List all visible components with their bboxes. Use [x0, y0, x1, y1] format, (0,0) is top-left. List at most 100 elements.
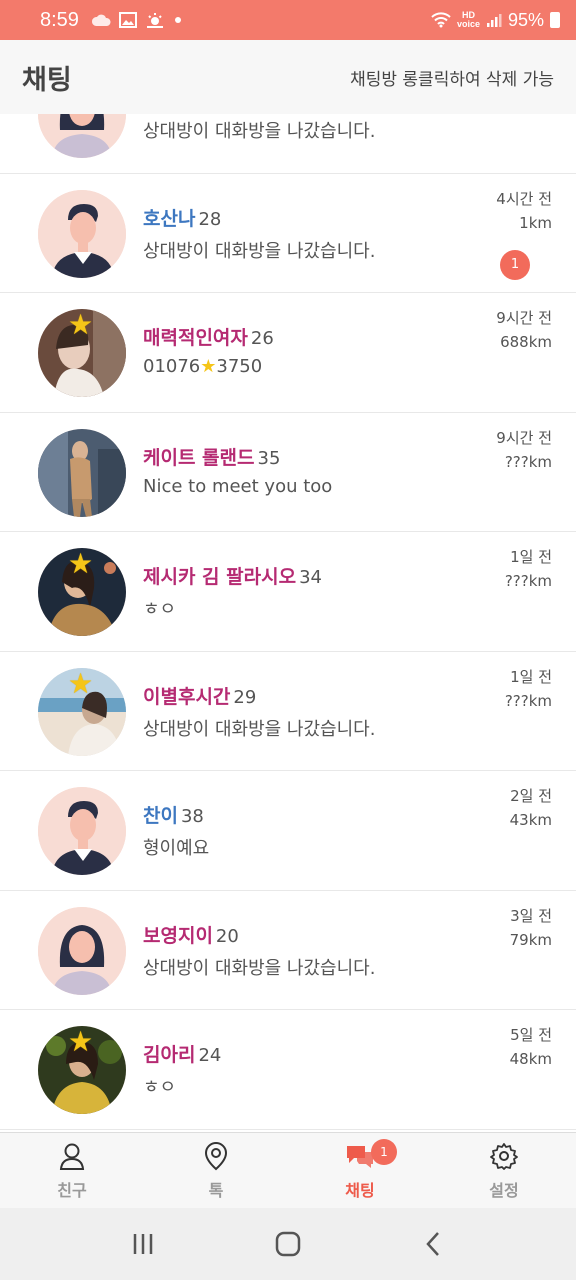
chat-last-message: ㅎㅇ [143, 1077, 177, 1098]
star-icon: ★ [68, 548, 94, 580]
chat-age: 29 [233, 686, 257, 708]
photo-avatar [38, 428, 126, 517]
female-silhouette-icon [38, 906, 126, 995]
chat-row[interactable]: ★ 이별후시간 29 상대방이 대화방을 나갔습니다. 1일 전 ???km [0, 652, 576, 771]
chat-row[interactable]: 보영지이 20 상대방이 대화방을 나갔습니다. 3일 전 79km [0, 891, 576, 1010]
chat-name-line: 매력적인여자 26 [143, 323, 274, 350]
tab-label: 설정 [489, 1180, 519, 1200]
avatar [38, 906, 126, 995]
chat-row[interactable]: 케이트 롤랜드 35 Nice to meet you too 9시간 전 ??… [0, 413, 576, 532]
chat-name: 김아리 [143, 1044, 196, 1066]
home-button[interactable] [258, 1219, 318, 1269]
home-icon [275, 1231, 301, 1257]
wifi-icon [431, 12, 451, 28]
delete-hint: 채팅방 롱클릭하여 삭제 가능 [350, 69, 554, 90]
chat-distance: 79km [509, 930, 552, 949]
recent-apps-icon [133, 1234, 152, 1254]
chat-last-message: 상대방이 대화방을 나갔습니다. [143, 957, 376, 979]
chat-row[interactable]: ★ 제시카 김 팔라시오 34 ㅎㅇ 1일 전 ???km [0, 532, 576, 652]
chat-name-line: 케이트 롤랜드 35 [143, 443, 280, 470]
female-silhouette-icon [38, 114, 126, 158]
chat-distance: ???km [504, 691, 552, 710]
notification-icons [91, 12, 183, 28]
chat-name: 찬이 [143, 805, 178, 827]
hd-voice-icon: HD voice [456, 10, 480, 29]
tab-talk[interactable]: 톡 [144, 1133, 288, 1208]
system-navigation-bar [0, 1208, 576, 1280]
chat-time: 9시간 전 [496, 309, 552, 327]
star-icon: ★ [68, 309, 94, 341]
chat-time: 5일 전 [510, 1026, 552, 1044]
chat-age: 28 [198, 208, 222, 230]
chat-last-message: ㅎㅇ [143, 599, 177, 620]
chat-age: 26 [250, 328, 274, 349]
chat-last-message: 01076★3750 [143, 356, 262, 377]
chat-age: 35 [257, 447, 281, 469]
avatar: ★ [38, 1026, 126, 1114]
recent-apps-button[interactable] [113, 1219, 173, 1269]
chat-last-message: Nice to meet you too [143, 475, 333, 497]
chat-name-line: 찬이 38 [143, 801, 204, 828]
chat-row[interactable]: 찬이 38 형이예요 2일 전 43km [0, 771, 576, 891]
avatar: ★ [38, 309, 126, 397]
avatar [38, 189, 126, 278]
chat-name-line: 호산나 28 [143, 204, 221, 231]
tab-chat[interactable]: 채팅 1 [288, 1133, 432, 1208]
chat-time: 1일 전 [510, 667, 552, 686]
chat-row[interactable]: ★ 김아리 24 ㅎㅇ 5일 전 48km [0, 1010, 576, 1130]
star-icon: ★ [68, 667, 94, 700]
chat-last-message: 상대방이 대화방을 나갔습니다. [143, 718, 376, 740]
gear-icon [490, 1141, 518, 1171]
cloud-icon [91, 14, 111, 26]
avatar: ★ [38, 667, 126, 756]
chat-time: 9시간 전 [496, 428, 552, 447]
chat-name-line: 김아리 24 [143, 1040, 221, 1067]
chat-name: 제시카 김 팔라시오 [143, 566, 297, 588]
chat-distance: ???km [504, 572, 552, 590]
signal-icon [486, 14, 502, 27]
chat-list[interactable]: 상대방이 대화방을 나갔습니다. 호산나 28 상대방이 대화방을 나갔습니다.… [0, 114, 576, 1132]
page-title: 채팅 [22, 64, 72, 96]
back-button[interactable] [403, 1219, 463, 1269]
male-silhouette-icon [38, 787, 126, 875]
chat-name: 매력적인여자 [143, 327, 248, 349]
avatar [38, 114, 126, 158]
chat-last-message: 형이예요 [143, 838, 210, 859]
tab-friends[interactable]: 친구 [0, 1133, 144, 1208]
tab-label: 친구 [57, 1180, 87, 1200]
tab-settings[interactable]: 설정 [432, 1133, 576, 1208]
chat-age: 20 [215, 925, 239, 947]
system-status: HD voice 95% [431, 10, 560, 31]
avatar [38, 428, 126, 517]
chat-row[interactable]: 호산나 28 상대방이 대화방을 나갔습니다. 4시간 전 1km 1 [0, 174, 576, 293]
chat-distance: 688km [500, 333, 552, 351]
avatar [38, 787, 126, 875]
chat-time: 2일 전 [510, 787, 552, 805]
chat-time: 4시간 전 [496, 189, 552, 208]
chat-distance: 48km [509, 1050, 552, 1068]
bottom-navigation: 친구 톡 채팅 1 설정 [0, 1132, 576, 1208]
status-bar: 8:59 HD voice 95% [0, 0, 576, 40]
chat-name: 보영지이 [143, 924, 213, 947]
chat-age: 38 [180, 806, 204, 827]
chat-age: 24 [198, 1045, 222, 1066]
male-silhouette-icon [38, 189, 126, 278]
chat-time: 1일 전 [510, 548, 552, 566]
chat-name: 이별후시간 [143, 685, 231, 708]
chat-distance: 1km [519, 213, 552, 232]
tab-label: 채팅 [345, 1180, 375, 1200]
tab-label: 톡 [208, 1180, 224, 1200]
chat-distance: 43km [509, 811, 552, 829]
chat-row[interactable]: ★ 매력적인여자 26 01076★3750 9시간 전 688km [0, 293, 576, 413]
battery-percent: 95% [507, 9, 544, 30]
chat-last-message: 상대방이 대화방을 나갔습니다. [143, 121, 376, 142]
chat-name-line: 제시카 김 팔라시오 34 [143, 562, 322, 589]
unread-badge: 1 [500, 249, 530, 280]
clock: 8:59 [40, 8, 79, 31]
chat-row[interactable]: 상대방이 대화방을 나갔습니다. [0, 114, 576, 174]
battery-icon [550, 12, 560, 28]
chat-name: 케이트 롤랜드 [143, 446, 255, 469]
message-part: 3750 [216, 356, 263, 377]
back-icon [426, 1232, 440, 1256]
location-pin-icon [203, 1141, 229, 1171]
